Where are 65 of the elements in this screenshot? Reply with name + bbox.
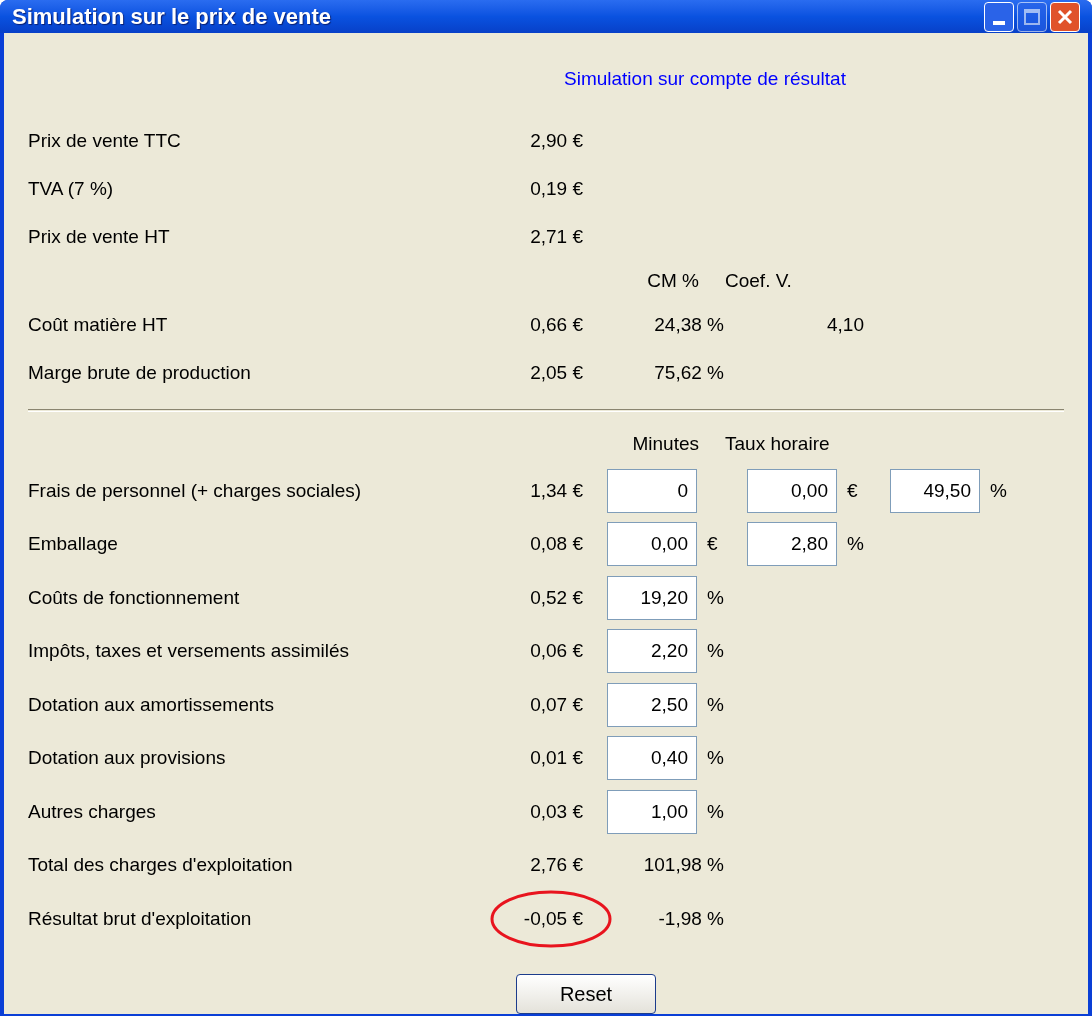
unit-label: % bbox=[707, 799, 724, 824]
column-header: Minutes bbox=[632, 431, 699, 456]
close-button[interactable] bbox=[1050, 1, 1080, 32]
unit-label: % bbox=[707, 585, 724, 610]
close-icon bbox=[1057, 8, 1073, 25]
unit-label: % bbox=[847, 532, 864, 556]
row-label: Emballage bbox=[28, 533, 118, 554]
row-label: Dotation aux amortissements bbox=[28, 693, 275, 715]
unit-label: % bbox=[707, 746, 724, 770]
amount-value: 2,76 € bbox=[530, 854, 583, 875]
row-label: Résultat brut d'exploitation bbox=[28, 907, 252, 929]
amount-value: -0,05 € bbox=[523, 907, 583, 929]
cell-value: 101,98 % bbox=[643, 853, 724, 877]
row-label: Prix de vente HT bbox=[28, 225, 170, 247]
column-header: CM % bbox=[647, 268, 699, 293]
amount-value: 2,71 € bbox=[530, 225, 583, 247]
row-label: TVA (7 %) bbox=[28, 177, 114, 199]
unit-label: € bbox=[707, 532, 718, 556]
cell-value: 4,10 bbox=[827, 312, 864, 337]
input-field[interactable]: 19,20 bbox=[607, 575, 697, 620]
window-title: Simulation sur le prix de vente bbox=[12, 3, 332, 31]
input-field[interactable]: 0,40 bbox=[607, 736, 697, 781]
amount-value: 2,90 € bbox=[530, 129, 583, 151]
amount-value: 0,66 € bbox=[530, 313, 583, 335]
minimize-button[interactable] bbox=[984, 1, 1014, 32]
amount-value: 0,03 € bbox=[530, 800, 583, 822]
unit-label: € bbox=[847, 478, 858, 503]
amount-value: 0,08 € bbox=[530, 533, 583, 554]
row-label: Autres charges bbox=[28, 800, 156, 822]
unit-label: % bbox=[707, 639, 724, 663]
maximize-button[interactable] bbox=[1017, 1, 1047, 32]
column-header: Coef. V. bbox=[725, 268, 792, 293]
amount-value: 0,19 € bbox=[530, 177, 583, 199]
cell-value: -1,98 % bbox=[658, 906, 724, 931]
row-label: Prix de vente TTC bbox=[28, 129, 181, 151]
maximize-icon bbox=[1024, 8, 1040, 25]
input-field[interactable]: 0 bbox=[607, 468, 697, 513]
amount-value: 0,01 € bbox=[530, 747, 583, 768]
row-label: Marge brute de production bbox=[28, 361, 251, 383]
unit-label: % bbox=[707, 692, 724, 717]
section-heading: Simulation sur compte de résultat bbox=[564, 68, 846, 89]
input-field[interactable]: 2,50 bbox=[607, 682, 697, 727]
row-label: Coût matière HT bbox=[28, 313, 168, 335]
row-label: Impôts, taxes et versements assimilés bbox=[28, 640, 349, 661]
input-field[interactable]: 0,00 bbox=[747, 468, 837, 513]
amount-value: 1,34 € bbox=[530, 479, 583, 501]
row-label: Coûts de fonctionnement bbox=[28, 586, 240, 608]
row-label: Frais de personnel (+ charges sociales) bbox=[28, 479, 362, 501]
cell-value: 75,62 % bbox=[654, 360, 724, 385]
minimize-icon bbox=[993, 20, 1005, 25]
input-field[interactable]: 1,00 bbox=[607, 789, 697, 834]
cell-value: 24,38 % bbox=[654, 312, 724, 337]
amount-value: 2,05 € bbox=[530, 361, 583, 383]
input-field[interactable]: 49,50 bbox=[890, 468, 980, 513]
amount-value: 0,06 € bbox=[530, 640, 583, 661]
input-field[interactable]: 0,00 bbox=[607, 522, 697, 567]
amount-value: 0,07 € bbox=[530, 693, 583, 715]
amount-value: 0,52 € bbox=[530, 586, 583, 608]
row-label: Total des charges d'exploitation bbox=[28, 854, 293, 875]
reset-button[interactable]: Reset bbox=[516, 973, 656, 1014]
column-header: Taux horaire bbox=[725, 431, 830, 456]
unit-label: % bbox=[990, 478, 1007, 503]
input-field[interactable]: 2,80 bbox=[747, 522, 837, 567]
row-label: Dotation aux provisions bbox=[28, 747, 226, 768]
input-field[interactable]: 2,20 bbox=[607, 629, 697, 674]
